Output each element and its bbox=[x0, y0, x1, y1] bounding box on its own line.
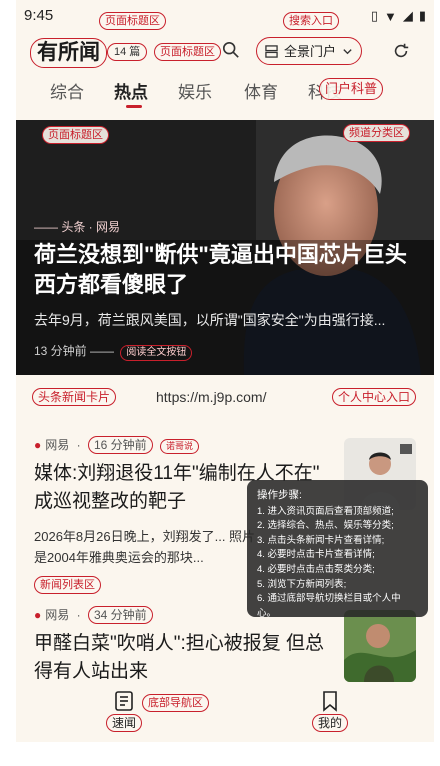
portal-select-label: 全景门户 bbox=[284, 43, 337, 59]
overlay-step: 3. 点击头条新闻卡片查看详情; bbox=[257, 534, 385, 546]
annotation-page-title-top: 页面标题区 bbox=[99, 12, 166, 30]
tab-sports[interactable]: 体育 bbox=[244, 78, 278, 103]
tab-general[interactable]: 综合 bbox=[50, 78, 84, 103]
nav-label-profile: 我的 bbox=[311, 714, 348, 732]
chevron-down-icon bbox=[343, 48, 352, 54]
hero-meta: 13 分钟前 —— 阅读全文按钮 bbox=[34, 342, 193, 361]
grid-icon bbox=[265, 44, 278, 58]
portal-select[interactable]: 全景门户 bbox=[256, 37, 363, 65]
overlay-step: 2. 选择综合、热点、娱乐等分类; bbox=[257, 520, 394, 532]
tab-hot[interactable]: 热点 bbox=[114, 78, 148, 103]
annotation-portal-popular: 门户科普 bbox=[319, 78, 384, 100]
status-bar: 9:45 ▯ ▼ ◢ ▮ bbox=[0, 0, 440, 34]
news-source-line: ● 网易 · 16 分钟前 诺哥说 bbox=[34, 436, 199, 454]
news-source: 网易 bbox=[45, 608, 70, 622]
annotation-news-list: 新闻列表区 bbox=[34, 576, 101, 594]
app-logo: 有所闻 bbox=[30, 38, 107, 68]
news-tag: 诺哥说 bbox=[159, 439, 199, 454]
news-time: 34 分钟前 bbox=[87, 606, 153, 624]
signal-icon: ◢ bbox=[402, 8, 413, 23]
nav-item-news[interactable]: 速闻 bbox=[104, 690, 144, 732]
annotation-channel-category: 频道分类区 bbox=[343, 124, 410, 142]
news-feed-icon bbox=[115, 691, 133, 711]
url-row: 头条新闻卡片 https://m.j9p.com/ 个人中心入口 bbox=[16, 386, 434, 412]
overlay-step: 5. 浏览下方新闻列表; bbox=[257, 578, 347, 590]
annotation-headline-card: 头条新闻卡片 bbox=[32, 388, 117, 406]
overlay-step: 4. 必要时点击点击泵类分类; bbox=[257, 563, 375, 575]
hero-title[interactable]: 荷兰没想到"断供"竟逼出中国芯片巨头 西方都看傻眼了 bbox=[34, 240, 414, 300]
battery-icon: ▮ bbox=[418, 8, 426, 23]
overlay-step: 4. 必要时点击卡片查看详情; bbox=[257, 549, 375, 561]
status-time: 9:45 bbox=[24, 7, 54, 24]
overlay-step: 6. 通过底部导航切换栏目或个人中心。 bbox=[257, 593, 401, 619]
bullet-dot-icon: ● bbox=[34, 438, 42, 452]
annotation-page-title-header: 页面标题区 bbox=[154, 43, 221, 61]
news-time: 16 分钟前 bbox=[87, 436, 153, 454]
bullet-dot-icon: ● bbox=[34, 608, 42, 622]
vibrate-icon: ▯ bbox=[370, 8, 378, 23]
hero-time: 13 分钟前 —— bbox=[34, 344, 115, 358]
news-source: 网易 bbox=[45, 438, 70, 452]
instruction-overlay: 操作步骤: 1. 进入资讯页面后查看顶部频道; 2. 选择综合、热点、娱乐等分类… bbox=[247, 480, 428, 619]
bookmark-icon bbox=[323, 691, 337, 712]
hero-source: —— 头条 · 网易 bbox=[34, 220, 120, 234]
news-title[interactable]: 甲醛白菜"吹哨人":担心被报复 但总得有人站出来 bbox=[34, 630, 334, 686]
overlay-step: 1. 进入资讯页面后查看顶部频道; bbox=[257, 505, 394, 517]
news-source-line: ● 网易 · 34 分钟前 bbox=[34, 606, 153, 624]
bottom-nav: 速闻 底部导航区 我的 bbox=[16, 686, 434, 742]
personal-center-entry[interactable]: 个人中心入口 bbox=[332, 388, 417, 406]
app-screen: 9:45 ▯ ▼ ◢ ▮ 页面标题区 搜索入口 有所闻 14 篇 页面标题区 全… bbox=[0, 0, 440, 766]
status-icons: ▯ ▼ ◢ ▮ bbox=[371, 8, 426, 24]
news-body: 2026年8月26日晚上，刘翔发了... 照片是2004年雅典奥运会的那块... bbox=[34, 529, 256, 565]
nav-label-news: 速闻 bbox=[105, 714, 142, 732]
nav-item-profile[interactable]: 我的 bbox=[310, 690, 350, 732]
tab-entertainment[interactable]: 娱乐 bbox=[178, 78, 212, 103]
annotation-bottom-nav: 底部导航区 bbox=[142, 694, 209, 712]
channel-tabs: 综合 热点 娱乐 体育 科技 门户科普 bbox=[16, 74, 434, 110]
headline-hero-card[interactable]: 页面标题区 频道分类区 —— 头条 · 网易 荷兰没想到"断供"竟逼出中国芯片巨… bbox=[16, 120, 434, 375]
search-icon[interactable] bbox=[222, 41, 240, 59]
hero-summary: 去年9月，荷兰跟风美国，以所谓"国家安全"为由强行接... bbox=[34, 312, 386, 328]
active-tab-indicator bbox=[126, 105, 142, 108]
header: 有所闻 14 篇 页面标题区 全景门户 bbox=[16, 34, 434, 72]
overlay-title: 操作步骤: bbox=[257, 489, 302, 501]
article-count-badge: 14 篇 bbox=[107, 43, 148, 61]
refresh-icon[interactable] bbox=[392, 42, 410, 60]
source-url: https://m.j9p.com/ bbox=[156, 389, 267, 405]
wifi-icon: ▼ bbox=[383, 8, 397, 24]
read-full-button[interactable]: 阅读全文按钮 bbox=[120, 345, 193, 361]
search-entry-annotation[interactable]: 搜索入口 bbox=[283, 12, 339, 30]
annotation-page-title-hero: 页面标题区 bbox=[42, 126, 109, 144]
